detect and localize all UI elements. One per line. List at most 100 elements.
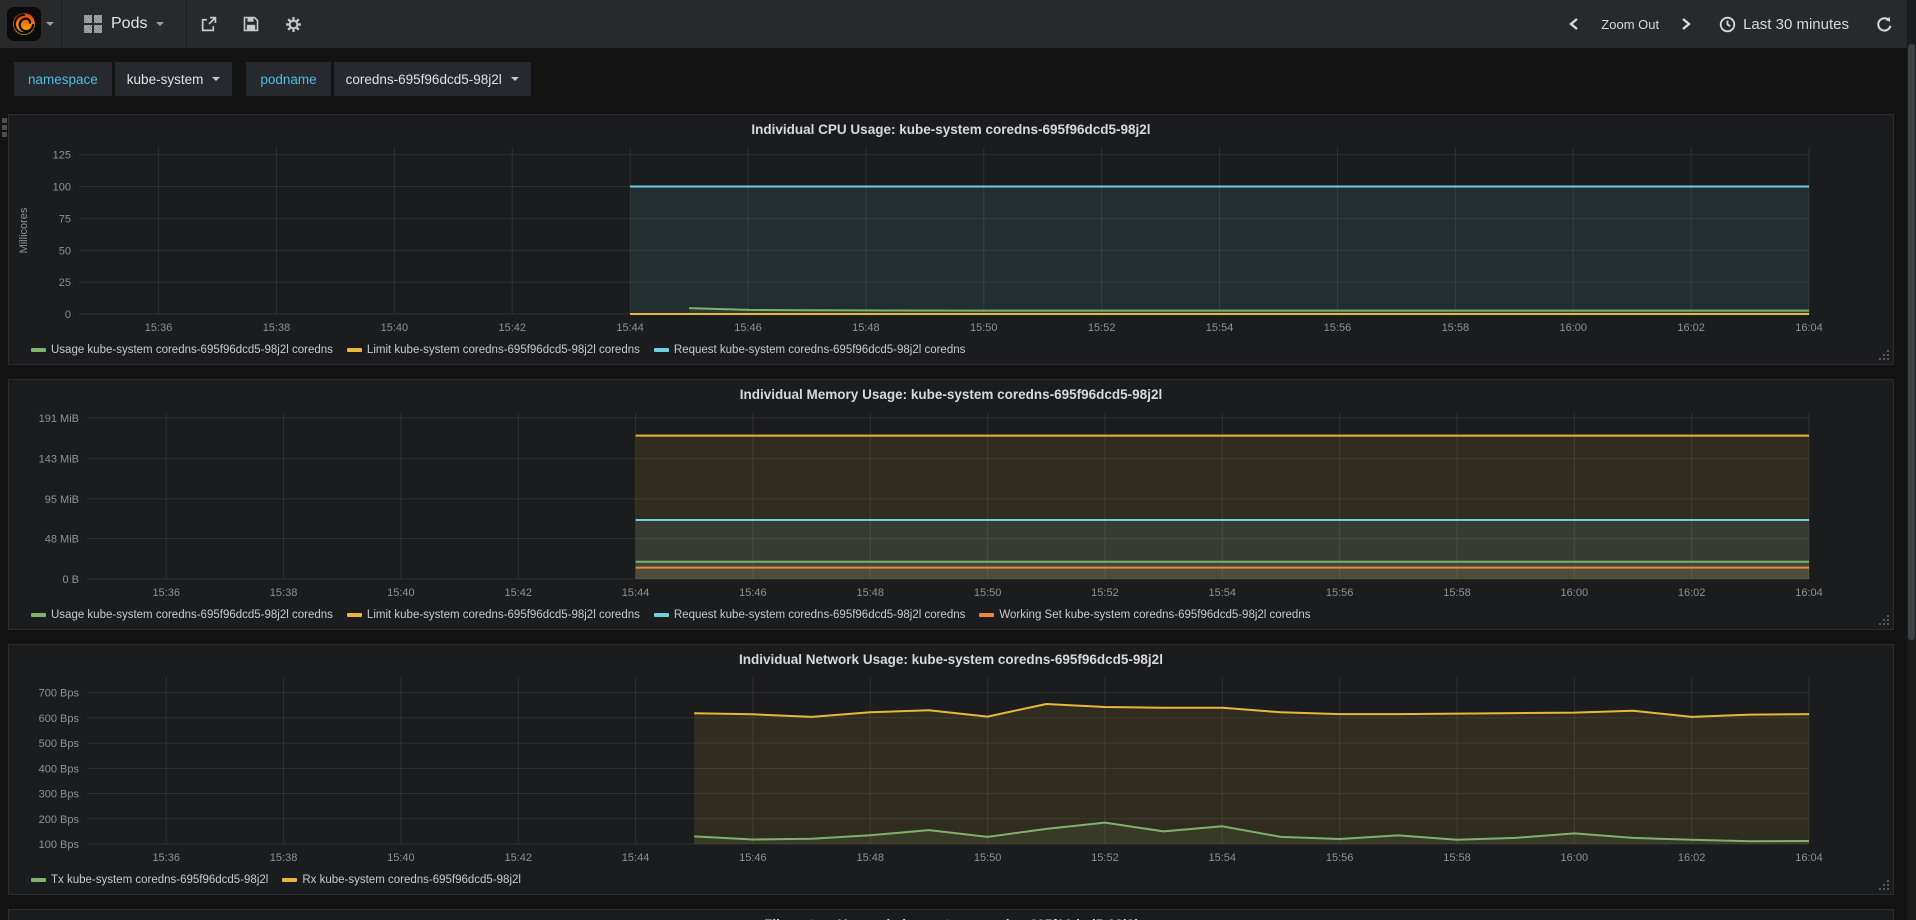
grafana-main-menu[interactable]: [0, 0, 62, 48]
x-axis-tick: 15:54: [1206, 322, 1234, 334]
share-button[interactable]: [187, 0, 230, 48]
rx-area: [694, 704, 1810, 844]
save-icon: [244, 16, 259, 32]
x-axis-tick: 15:44: [622, 852, 650, 864]
chart-canvas[interactable]: 100 Bps 200 Bps 300 Bps 400 Bps 500 Bps 600 B…: [15, 671, 1887, 868]
panel-title-memory[interactable]: Individual Memory Usage: kube-system cor…: [15, 384, 1887, 406]
variable-podname-value-dropdown[interactable]: coredns-695f96dcd5-98j2l: [333, 62, 531, 96]
page-scrollbar[interactable]: [1907, 0, 1916, 920]
panel-title-network[interactable]: Individual Network Usage: kube-system co…: [15, 649, 1887, 671]
legend-label: Working Set kube-system coredns-695f96dc…: [999, 609, 1311, 621]
x-axis-tick: 15:36: [152, 852, 180, 864]
dashboard-picker[interactable]: Pods: [62, 0, 188, 48]
panel-resize-handle[interactable]: [1887, 358, 1889, 360]
x-axis-tick: 15:38: [270, 852, 298, 864]
scrollbar-thumb[interactable]: [1908, 44, 1915, 640]
panel-resize-handle[interactable]: [1887, 888, 1889, 890]
y-axis-tick: 0: [65, 309, 71, 321]
panel-resize-handle[interactable]: [1887, 623, 1889, 625]
x-axis-tick: 15:56: [1326, 852, 1354, 864]
chart-canvas[interactable]: 0 B 48 MiB 95 MiB 143 MiB 191 MiB 15:36 15:38 1…: [15, 406, 1887, 603]
legend-swatch-icon: [31, 613, 46, 617]
legend-item-rx[interactable]: Rx kube-system coredns-695f96dcd5-98j2l: [282, 874, 521, 886]
refresh-button[interactable]: [1863, 16, 1906, 33]
legend-item-usage[interactable]: Usage kube-system coredns-695f96dcd5-98j…: [31, 609, 333, 621]
time-controls: Zoom Out Last 30 minutes: [1555, 0, 1916, 48]
legend-swatch-icon: [31, 878, 46, 882]
x-axis-tick: 15:52: [1091, 852, 1119, 864]
legend-item-limit[interactable]: Limit kube-system coredns-695f96dcd5-98j…: [346, 344, 640, 356]
settings-button[interactable]: [272, 0, 315, 48]
legend-item-limit[interactable]: Limit kube-system coredns-695f96dcd5-98j…: [346, 609, 640, 621]
memory-chart-legend: Usage kube-system coredns-695f96dcd5-98j…: [15, 603, 1887, 627]
dropdown-caret-icon: [212, 77, 221, 81]
x-axis-tick: 16:04: [1795, 852, 1823, 864]
time-range-label: Last 30 minutes: [1743, 15, 1849, 33]
legend-label: Request kube-system coredns-695f96dcd5-9…: [673, 609, 966, 621]
cpu-chart-legend: Usage kube-system coredns-695f96dcd5-98j…: [15, 338, 1887, 362]
x-axis-tick: 15:46: [734, 322, 762, 334]
variable-namespace-label: namespace: [14, 62, 112, 96]
legend-swatch-icon: [653, 348, 669, 352]
variable-namespace-value: kube-system: [126, 71, 204, 87]
y-axis-tick: 95 MiB: [45, 494, 79, 506]
y-axis-tick: 0 B: [62, 574, 79, 586]
x-axis-tick: 16:02: [1678, 852, 1706, 864]
save-button[interactable]: [230, 0, 272, 48]
panel-network-usage: Individual Network Usage: kube-system co…: [8, 644, 1894, 895]
x-axis-tick: 15:56: [1326, 587, 1354, 599]
y-axis-tick: 25: [59, 277, 71, 289]
x-axis-tick: 15:54: [1209, 852, 1237, 864]
chart-canvas[interactable]: 0 25 50 75 100 125 15:36 15:38 15:40 15:42 15:44 15…: [15, 141, 1887, 338]
x-axis-tick: 15:44: [622, 587, 650, 599]
panel-filesystem-usage: Filesystem Usage: kube-system coredns-69…: [8, 909, 1894, 920]
dropdown-caret-icon: [510, 77, 519, 81]
panel-title-cpu[interactable]: Individual CPU Usage: kube-system coredn…: [15, 119, 1887, 141]
variable-namespace-value-dropdown[interactable]: kube-system: [114, 62, 233, 96]
y-axis-tick: 200 Bps: [39, 814, 80, 826]
y-axis-tick: 100: [53, 182, 71, 194]
zoom-out-button[interactable]: Zoom Out: [1593, 17, 1667, 32]
legend-swatch-icon: [346, 348, 362, 352]
legend-item-working-set[interactable]: Working Set kube-system coredns-695f96dc…: [979, 609, 1310, 621]
time-picker-button[interactable]: Last 30 minutes: [1705, 16, 1863, 33]
clock-icon: [1719, 16, 1736, 32]
y-axis-tick: 400 Bps: [39, 763, 80, 775]
variable-namespace: namespace kube-system: [14, 62, 233, 96]
legend-label: Usage kube-system coredns-695f96dcd5-98j…: [51, 344, 333, 356]
memory-usage-chart[interactable]: 0 B 48 MiB 95 MiB 143 MiB 191 MiB 15:36 15:38 1…: [15, 406, 1887, 603]
legend-swatch-icon: [653, 613, 669, 617]
network-usage-chart[interactable]: 100 Bps 200 Bps 300 Bps 400 Bps 500 Bps 600 B…: [15, 671, 1887, 868]
x-axis-tick: 16:00: [1561, 587, 1589, 599]
x-axis-tick: 15:52: [1091, 587, 1119, 599]
panel-title-filesystem[interactable]: Filesystem Usage: kube-system coredns-69…: [15, 914, 1887, 920]
legend-label: Limit kube-system coredns-695f96dcd5-98j…: [366, 344, 640, 356]
x-axis-tick: 16:02: [1677, 322, 1705, 334]
dashboard-title: Pods: [111, 15, 148, 32]
cpu-usage-chart[interactable]: 0 25 50 75 100 125 15:36 15:38 15:40 15:42 15:44 15…: [15, 141, 1887, 338]
chevron-right-icon: [1682, 18, 1691, 30]
x-axis-tick: 15:42: [504, 852, 532, 864]
legend-item-request[interactable]: Request kube-system coredns-695f96dcd5-9…: [653, 344, 965, 356]
time-shift-forward-button[interactable]: [1667, 17, 1705, 31]
legend-item-usage[interactable]: Usage kube-system coredns-695f96dcd5-98j…: [31, 344, 333, 356]
y-axis-tick: 191 MiB: [39, 413, 79, 425]
legend-label: Rx kube-system coredns-695f96dcd5-98j2l: [302, 874, 521, 886]
legend-item-tx[interactable]: Tx kube-system coredns-695f96dcd5-98j2l: [31, 874, 268, 886]
x-axis-tick: 15:52: [1088, 322, 1116, 334]
x-axis-tick: 15:42: [498, 322, 526, 334]
y-axis-tick: 143 MiB: [39, 453, 79, 465]
grafana-logo-icon: [7, 7, 41, 41]
legend-swatch-icon: [979, 613, 995, 617]
dashboard-grid-icon: [84, 15, 102, 33]
x-axis-tick: 15:54: [1209, 587, 1237, 599]
y-axis-label: Millicores: [18, 207, 30, 253]
refresh-icon: [1877, 16, 1892, 32]
legend-item-request[interactable]: Request kube-system coredns-695f96dcd5-9…: [653, 609, 966, 621]
x-axis-tick: 15:38: [270, 587, 298, 599]
dashboard-panels: Individual CPU Usage: kube-system coredn…: [0, 108, 1916, 920]
x-axis-tick: 15:42: [504, 587, 532, 599]
x-axis-tick: 16:02: [1678, 587, 1706, 599]
time-shift-back-button[interactable]: [1555, 17, 1593, 31]
x-axis-tick: 15:58: [1443, 587, 1471, 599]
